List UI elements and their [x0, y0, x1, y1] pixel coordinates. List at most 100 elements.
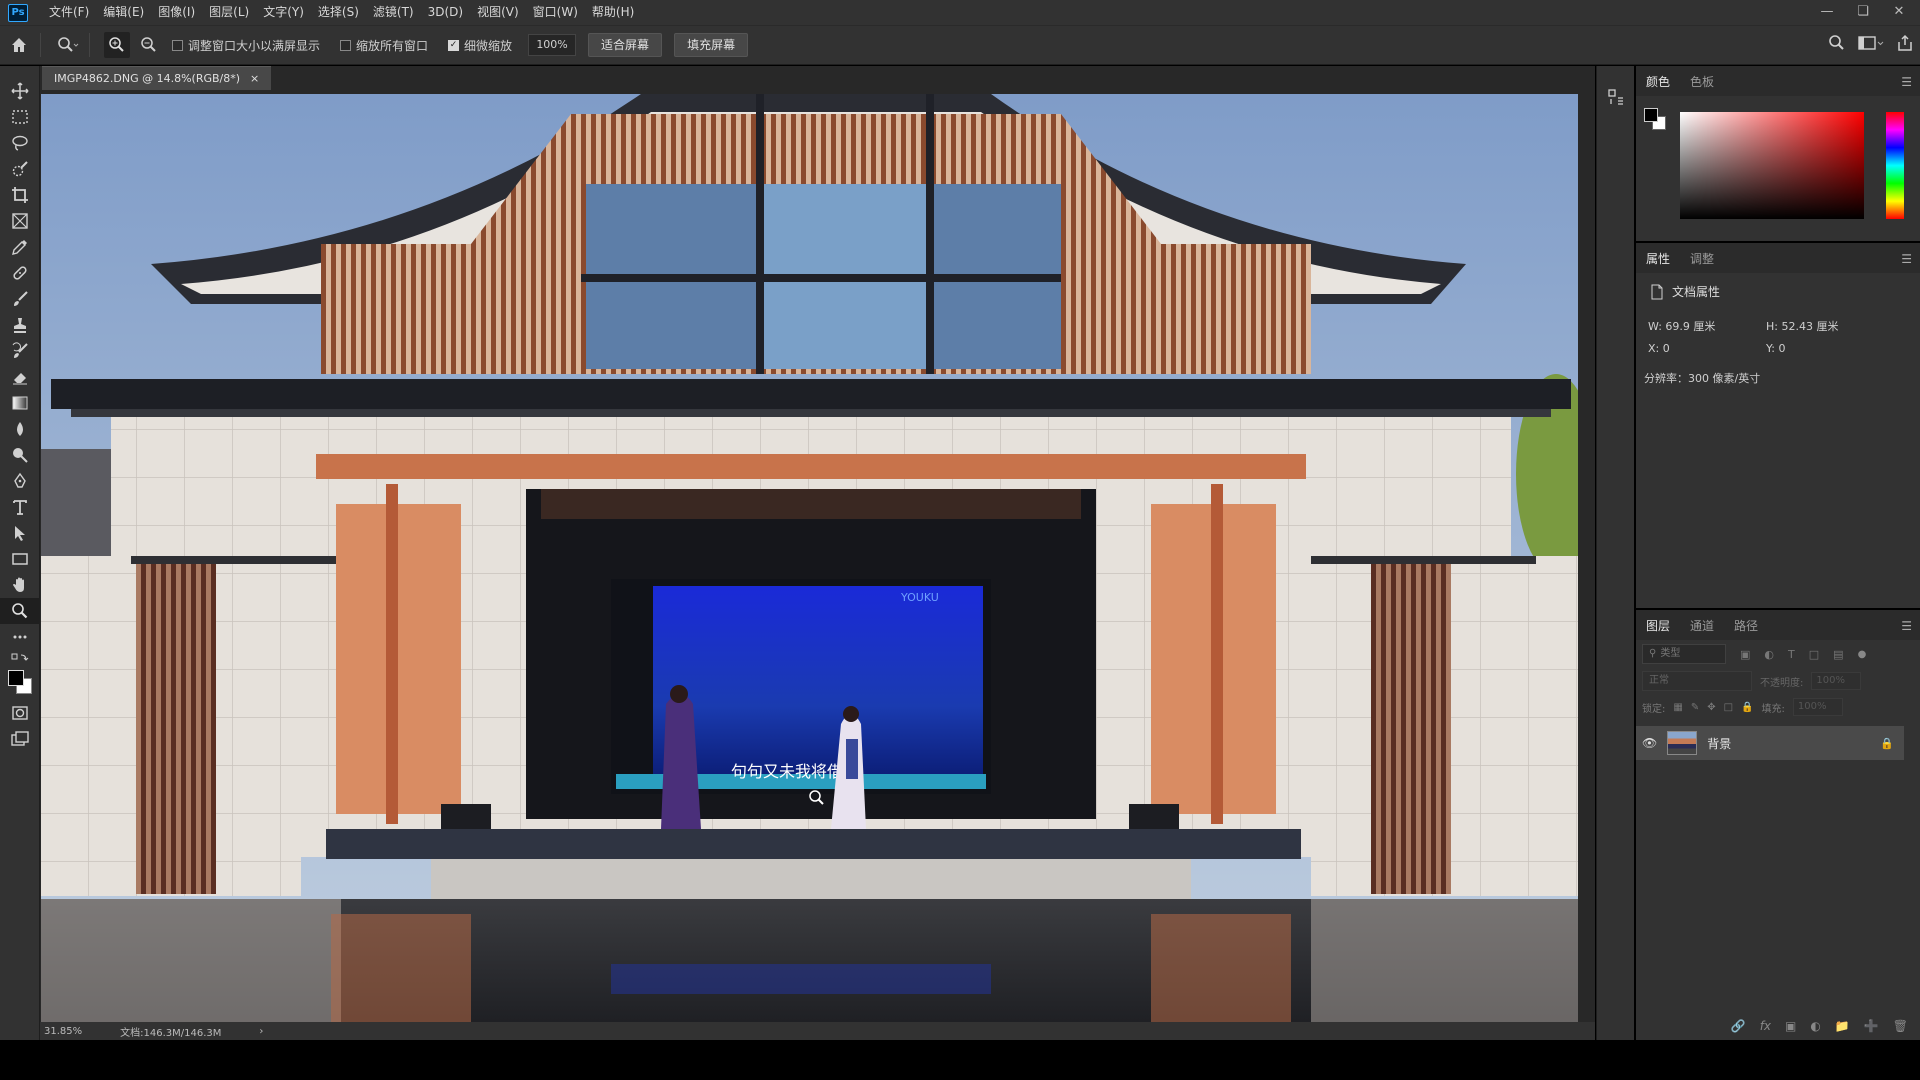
layer-row-background[interactable]: 👁 背景 🔒	[1636, 726, 1904, 760]
dodge-tool-icon[interactable]	[0, 442, 40, 468]
move-tool-icon[interactable]	[0, 78, 40, 104]
crop-tool-icon[interactable]	[0, 182, 40, 208]
fx-icon[interactable]: fx	[1760, 1019, 1771, 1033]
scrubby-zoom-option[interactable]: ✓ 细微缩放	[448, 37, 512, 54]
zoom-percent-field[interactable]: 100%	[528, 34, 577, 56]
lock-transparent-icon[interactable]: ▦	[1673, 702, 1682, 713]
eraser-tool-icon[interactable]	[0, 364, 40, 390]
menu-filter[interactable]: 滤镜(T)	[366, 0, 421, 25]
fill-screen-button[interactable]: 填充屏幕	[674, 33, 749, 57]
menu-view[interactable]: 视图(V)	[470, 0, 526, 25]
tab-adjustments[interactable]: 调整	[1690, 250, 1714, 267]
zoom-all-option[interactable]: 缩放所有窗口	[340, 37, 428, 54]
lock-position-icon[interactable]: ✥	[1707, 702, 1715, 713]
history-brush-tool-icon[interactable]	[0, 338, 40, 364]
resize-windows-option[interactable]: 调整窗口大小以满屏显示	[172, 37, 320, 54]
color-field[interactable]	[1680, 112, 1864, 219]
panel-fg-swatch[interactable]	[1644, 108, 1658, 122]
search-icon[interactable]	[1828, 34, 1846, 52]
doc-width[interactable]: W: 69.9 厘米	[1648, 318, 1715, 334]
tab-swatches[interactable]: 色板	[1690, 73, 1714, 90]
zoom-out-icon[interactable]	[136, 32, 162, 58]
share-icon[interactable]	[1896, 34, 1914, 52]
lock-image-icon[interactable]: ✎	[1691, 702, 1699, 713]
doc-x[interactable]: X: 0	[1648, 342, 1670, 355]
eyedropper-tool-icon[interactable]	[0, 234, 40, 260]
workspace-icon[interactable]	[1858, 34, 1884, 52]
tab-paths[interactable]: 路径	[1734, 617, 1758, 634]
image-canvas[interactable]: YOUKU 句句又未我将借达	[41, 94, 1578, 1022]
hue-slider[interactable]	[1886, 112, 1904, 219]
menu-3d[interactable]: 3D(D)	[421, 0, 470, 25]
fill-field[interactable]: 100%	[1792, 698, 1843, 716]
menu-layer[interactable]: 图层(L)	[202, 0, 256, 25]
zoom-in-icon[interactable]	[104, 32, 130, 58]
add-mask-icon[interactable]: ▣	[1785, 1019, 1796, 1033]
color-swatches[interactable]	[0, 666, 40, 700]
blur-tool-icon[interactable]	[0, 416, 40, 442]
quick-selection-tool-icon[interactable]	[0, 156, 40, 182]
home-icon[interactable]	[6, 32, 32, 58]
layer-name[interactable]: 背景	[1707, 735, 1731, 752]
document-tab-close-icon[interactable]: ×	[250, 67, 259, 91]
fit-screen-button[interactable]: 适合屏幕	[588, 33, 663, 57]
more-tools-icon[interactable]	[0, 624, 40, 650]
quick-mask-icon[interactable]	[0, 700, 40, 726]
layer-filter-search[interactable]: ⚲ 类型	[1642, 644, 1726, 664]
menu-help[interactable]: 帮助(H)	[585, 0, 641, 25]
filter-adjust-icon[interactable]: ◐	[1764, 648, 1774, 661]
new-layer-icon[interactable]: ➕	[1864, 1019, 1879, 1033]
color-panel-menu-icon[interactable]: ☰	[1901, 75, 1912, 89]
filter-shape-icon[interactable]: □	[1809, 648, 1819, 661]
opacity-field[interactable]: 100%	[1811, 672, 1862, 690]
menu-type[interactable]: 文字(Y)	[256, 0, 311, 25]
zoom-tool-icon[interactable]	[0, 598, 40, 624]
doc-y[interactable]: Y: 0	[1766, 342, 1785, 355]
menu-window[interactable]: 窗口(W)	[526, 0, 585, 25]
link-layers-icon[interactable]: 🔗	[1731, 1019, 1746, 1033]
tab-channels[interactable]: 通道	[1690, 617, 1714, 634]
healing-brush-tool-icon[interactable]	[0, 260, 40, 286]
foreground-color-swatch[interactable]	[8, 670, 24, 686]
marquee-tool-icon[interactable]	[0, 104, 40, 130]
zoom-all-checkbox[interactable]	[340, 39, 352, 51]
clone-stamp-tool-icon[interactable]	[0, 312, 40, 338]
new-group-icon[interactable]: 📁	[1835, 1019, 1850, 1033]
minimize-icon[interactable]: —	[1816, 4, 1838, 19]
layers-menu-icon[interactable]: ☰	[1901, 619, 1912, 633]
type-tool-icon[interactable]	[0, 494, 40, 520]
pen-tool-icon[interactable]	[0, 468, 40, 494]
menu-select[interactable]: 选择(S)	[311, 0, 366, 25]
path-selection-tool-icon[interactable]	[0, 520, 40, 546]
delete-layer-icon[interactable]: 🗑	[1893, 1019, 1908, 1033]
adjustment-layer-icon[interactable]: ◐	[1810, 1019, 1820, 1033]
filter-toggle-icon[interactable]: ●	[1858, 649, 1867, 660]
blend-mode-select[interactable]: 正常	[1642, 671, 1752, 691]
history-panel-icon[interactable]	[1607, 88, 1634, 109]
menu-file[interactable]: 文件(F)	[42, 0, 96, 25]
filter-smart-icon[interactable]: ▤	[1833, 648, 1843, 661]
tab-properties[interactable]: 属性	[1646, 250, 1670, 267]
zoom-tool-preset-icon[interactable]	[55, 32, 81, 58]
status-expand-arrow[interactable]: ›	[259, 1026, 263, 1037]
resize-windows-checkbox[interactable]	[172, 39, 183, 51]
swap-colors-icon[interactable]	[0, 650, 40, 666]
scrubby-zoom-checkbox[interactable]: ✓	[448, 39, 460, 51]
lock-all-icon[interactable]: 🔒	[1741, 702, 1753, 713]
filter-type-icon[interactable]: T	[1788, 648, 1795, 661]
lock-artboard-icon[interactable]: □	[1724, 702, 1733, 713]
frame-tool-icon[interactable]	[0, 208, 40, 234]
close-icon[interactable]: ✕	[1888, 4, 1910, 19]
screen-mode-icon[interactable]	[0, 726, 40, 752]
filter-pixel-icon[interactable]: ▣	[1740, 648, 1750, 661]
restore-icon[interactable]: ❏	[1852, 4, 1874, 19]
tab-layers[interactable]: 图层	[1646, 617, 1670, 634]
menu-image[interactable]: 图像(I)	[151, 0, 202, 25]
menu-edit[interactable]: 编辑(E)	[96, 0, 151, 25]
document-tab[interactable]: IMGP4862.DNG @ 14.8%(RGB/8*) ×	[42, 66, 272, 91]
hand-tool-icon[interactable]	[0, 572, 40, 598]
rectangle-tool-icon[interactable]	[0, 546, 40, 572]
tab-color[interactable]: 颜色	[1646, 73, 1670, 90]
brush-tool-icon[interactable]	[0, 286, 40, 312]
gradient-tool-icon[interactable]	[0, 390, 40, 416]
